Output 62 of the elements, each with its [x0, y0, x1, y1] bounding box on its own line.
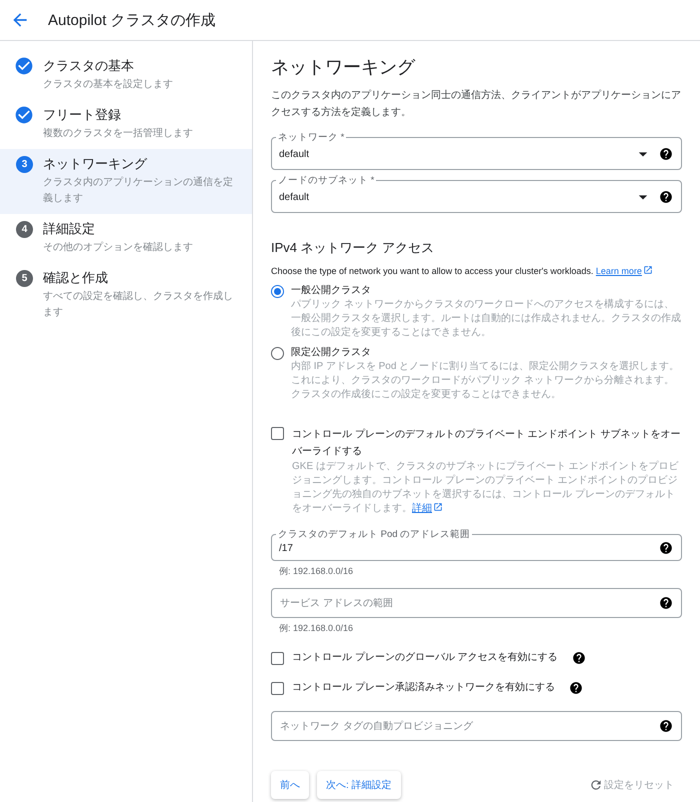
- help-icon[interactable]: [659, 147, 673, 161]
- step-number: 3: [16, 156, 33, 173]
- placeholder-text: サービス アドレスの範囲: [280, 597, 393, 610]
- field-value: default: [279, 192, 310, 202]
- external-link-icon: [433, 502, 443, 512]
- input-field[interactable]: ネットワーク タグの自動プロビジョニング: [271, 711, 682, 741]
- help-icon[interactable]: [568, 681, 583, 695]
- select-field[interactable]: ネットワーク * default: [271, 131, 682, 170]
- checkbox-label: コントロール プレーン承認済みネットワークを有効にする: [292, 681, 555, 695]
- step-title: ネットワーキング: [43, 155, 148, 173]
- field-hint: 例: 192.168.0.0/16: [279, 565, 354, 578]
- select-field[interactable]: ノードのサブネット * default: [271, 174, 682, 213]
- option-label: 一般公開クラスタ: [291, 284, 372, 298]
- step-subtitle: その他のオプションを確認します: [43, 240, 193, 255]
- field-hint: 例: 192.168.0.0/16: [279, 622, 354, 635]
- step-title: 確認と作成: [43, 269, 109, 287]
- step-number: 4: [16, 221, 33, 238]
- input-field[interactable]: サービス アドレスの範囲: [271, 588, 682, 618]
- option-label: 限定公開クラスタ: [291, 346, 372, 360]
- checkbox[interactable]: [271, 652, 284, 665]
- back-button[interactable]: 前へ: [271, 771, 309, 799]
- checkbox-label: コントロール プレーンのグローバル アクセスを有効にする: [292, 651, 558, 665]
- step-number: 5: [16, 270, 33, 287]
- checkbox-label: コントロール プレーンのデフォルトのプライベート エンドポイント サブネットをオーバーライドする: [292, 428, 682, 459]
- refresh-icon: [589, 778, 603, 792]
- step-item[interactable]: 3 ネットワーキング クラスタ内のアプリケーションの通信を定義します: [0, 149, 252, 214]
- placeholder-text: ネットワーク タグの自動プロビジョニング: [280, 720, 473, 733]
- step-title: フリート登録: [43, 106, 122, 124]
- help-icon[interactable]: [659, 541, 673, 555]
- field-value: /17: [279, 542, 293, 554]
- page-title: Autopilot クラスタの作成: [48, 10, 216, 30]
- checkbox[interactable]: [271, 682, 284, 695]
- step-subtitle: 複数のクラスタを一括管理します: [43, 126, 193, 141]
- next-button[interactable]: 次へ: 詳細設定: [317, 771, 401, 799]
- step-item[interactable]: クラスタの基本 クラスタの基本を設定します: [0, 51, 252, 100]
- help-icon[interactable]: [659, 719, 673, 733]
- step-title: クラスタの基本: [43, 57, 135, 75]
- learn-more-link[interactable]: Learn more: [596, 266, 653, 276]
- help-icon[interactable]: [572, 651, 586, 665]
- step-item[interactable]: 5 確認と作成 すべての設定を確認し、クラスタを作成します: [0, 263, 252, 328]
- field-value: default: [279, 148, 310, 160]
- radio-button[interactable]: [271, 285, 284, 298]
- checkbox-description: GKE はデフォルトで、クラスタのサブネットにプライベート エンドポイントをプロビジョニングします。コントロール プレーンのプライベート エンドポイントのプロビジョニング先の独自のサブネットを選択するには、コントロール プレーンのデフォルトをオーバーライドします。詳細: [292, 460, 680, 516]
- checkbox[interactable]: [271, 427, 284, 440]
- section-description: このクラスタ内のアプリケーション同士の通信方法、クライアントがアプリケーションにアクセスする方法を定義します。: [271, 88, 682, 120]
- radio-button[interactable]: [271, 347, 284, 360]
- subsection-heading: IPv4 ネットワーク アクセス: [271, 239, 436, 257]
- details-link[interactable]: 詳細: [412, 503, 443, 514]
- step-item[interactable]: 4 詳細設定 その他のオプションを確認します: [0, 214, 252, 263]
- access-description: Choose the type of network you want to allow to access your cluster's workloads. Learn more: [271, 265, 682, 276]
- step-subtitle: クラスタの基本を設定します: [43, 78, 173, 92]
- step-subtitle: クラスタ内のアプリケーションの通信を定義します: [43, 176, 234, 206]
- option-description: パブリック ネットワークからクラスタのワークロードへのアクセスを構成するには、一般公開クラスタを選択します。ルートは自動的には作成されません。クラスタの作成後にこの設定を変更することはできません。: [291, 298, 682, 340]
- step-item[interactable]: フリート登録 複数のクラスタを一括管理します: [0, 100, 252, 149]
- help-icon[interactable]: [659, 596, 673, 610]
- input-field[interactable]: クラスタのデフォルト Pod のアドレス範囲 /17: [271, 528, 682, 561]
- external-link-icon: [642, 265, 653, 275]
- option-description: 内部 IP アドレスを Pod とノードに割り当てるには、限定公開クラスタを選択します。これにより、クラスタのワークロードがパブリック ネットワークから分離されます。クラスタの作成後にこの設定を変更することはできません。: [291, 360, 680, 402]
- section-heading: ネットワーキング: [271, 56, 416, 79]
- step-title: 詳細設定: [43, 220, 96, 238]
- help-icon[interactable]: [659, 190, 673, 204]
- step-subtitle: すべての設定を確認し、クラスタを作成します: [43, 290, 234, 320]
